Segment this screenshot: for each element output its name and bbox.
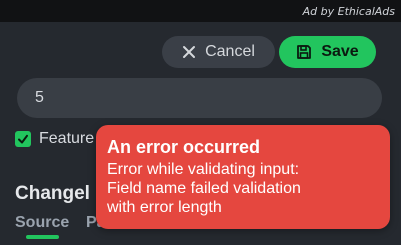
cancel-button[interactable]: Cancel (162, 36, 275, 68)
close-icon (182, 45, 196, 59)
feature-checkbox-label[interactable]: Feature (39, 130, 94, 148)
feature-checkbox[interactable] (15, 131, 31, 147)
save-button-label: Save (321, 43, 359, 60)
number-input[interactable]: 5 (17, 78, 382, 118)
cancel-button-label: Cancel (205, 43, 255, 60)
ad-attribution[interactable]: Ad by EthicalAds (303, 5, 395, 18)
active-tab-indicator (26, 235, 59, 239)
save-button[interactable]: Save (279, 36, 376, 68)
number-input-value: 5 (35, 89, 44, 106)
tab-source[interactable]: Source (15, 214, 69, 232)
toast-title: An error occurred (107, 137, 261, 157)
changelog-heading: Changel (15, 183, 90, 204)
toast-message-line: Field name failed validation (107, 180, 301, 197)
save-icon (296, 44, 312, 60)
top-ad-bar: Ad by EthicalAds (0, 0, 401, 22)
toast-message-line: Error while validating input: (107, 161, 300, 178)
error-toast[interactable]: An error occurred Error while validating… (96, 125, 390, 229)
toast-message-line: with error length (107, 199, 222, 216)
check-icon (18, 134, 28, 144)
